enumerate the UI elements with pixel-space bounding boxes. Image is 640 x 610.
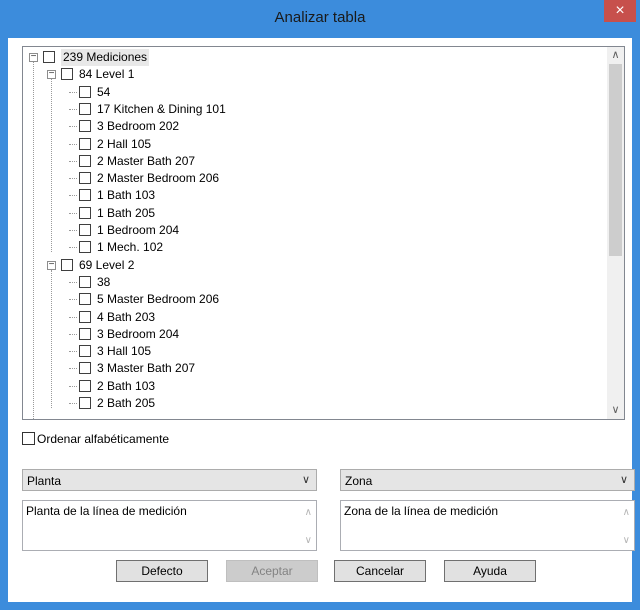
chevron-down-icon: ∨	[301, 474, 310, 486]
tree-connector	[69, 91, 77, 93]
tree-item-label: 69 Level 2	[79, 257, 135, 272]
zona-select-value: Zona	[345, 474, 373, 488]
collapse-icon[interactable]: −	[47, 259, 56, 270]
planta-description[interactable]: Planta de la línea de medición ∧ ∨	[22, 500, 317, 551]
item-checkbox[interactable]	[79, 224, 91, 236]
tree-scrollbar[interactable]: ∧ ∨	[607, 47, 624, 419]
tree-item-label: 84 Level 1	[79, 67, 135, 82]
scroll-up-icon: ∧	[622, 507, 630, 518]
tree-item-label: 1 Bedroom 204	[97, 223, 180, 237]
tree-connector	[69, 143, 77, 145]
tree-item-label: 2 Master Bath 207	[97, 153, 196, 168]
collapse-icon[interactable]: −	[29, 52, 38, 62]
collapse-icon[interactable]: −	[47, 69, 56, 80]
tree-item-label: 17 Kitchen & Dining 101	[97, 101, 226, 116]
tree-connector	[69, 230, 77, 231]
scroll-thumb[interactable]	[609, 64, 622, 256]
item-checkbox[interactable]	[79, 102, 91, 115]
chevron-down-icon: ∨	[619, 474, 628, 486]
tree-item-label: 239 Mediciones	[61, 49, 150, 66]
item-checkbox[interactable]	[79, 120, 91, 133]
item-checkbox[interactable]	[79, 275, 91, 288]
tree-guide	[51, 79, 52, 253]
item-checkbox[interactable]	[79, 362, 91, 375]
tree-item-label: 2 Hall 105	[97, 136, 152, 151]
tree-item-label: 3 Bedroom 204	[97, 326, 180, 341]
tree-connector	[69, 212, 77, 214]
scroll-up-icon: ∧	[304, 507, 312, 518]
item-checkbox[interactable]	[43, 51, 55, 63]
tree-guide	[33, 62, 34, 419]
scroll-down-icon: ∨	[304, 535, 312, 546]
tree-item-label: 38	[97, 274, 111, 289]
item-checkbox[interactable]	[79, 85, 91, 98]
tree-connector	[69, 299, 77, 301]
measurement-tree[interactable]: −239 Mediciones −84 Level 1 54 17 Kitchen &…	[22, 46, 625, 420]
help-button[interactable]: Ayuda	[444, 560, 536, 582]
sort-checkbox[interactable]	[22, 432, 35, 445]
tree-item-label: 2 Bath 205	[97, 396, 156, 410]
tree-item-label: 4 Bath 203	[97, 309, 156, 324]
item-checkbox[interactable]	[79, 310, 91, 323]
tree-guide	[51, 269, 52, 408]
dialog-title: Analizar tabla	[274, 9, 366, 26]
dialog-window: Analizar tabla × −239 Mediciones −84 Leve…	[0, 0, 640, 610]
dialog-body: −239 Mediciones −84 Level 1 54 17 Kitchen &…	[8, 38, 635, 602]
tree-connector	[69, 351, 77, 353]
tree-item-label: 1 Bath 103	[97, 188, 156, 203]
tree-connector	[69, 178, 77, 180]
tree-connector	[69, 385, 77, 387]
accept-button[interactable]: Aceptar	[226, 560, 318, 582]
cancel-button[interactable]: Cancelar	[334, 560, 426, 582]
item-checkbox[interactable]	[79, 379, 91, 392]
zona-description-text: Zona de la línea de medición	[344, 504, 499, 518]
tree-item-label: 3 Hall 105	[97, 344, 152, 359]
planta-select-value: Planta	[27, 474, 62, 488]
tree-connector	[69, 368, 77, 370]
item-checkbox[interactable]	[79, 172, 91, 185]
item-checkbox[interactable]	[79, 189, 91, 202]
tree-item-label: 3 Master Bath 207	[97, 361, 196, 376]
tree-connector	[69, 247, 77, 249]
tree-connector	[69, 403, 77, 404]
item-checkbox[interactable]	[79, 241, 91, 254]
tree-item-label: 2 Bath 103	[97, 378, 156, 393]
item-checkbox[interactable]	[79, 137, 91, 150]
tree-item-label: 54	[97, 84, 111, 99]
tree-connector	[69, 316, 77, 318]
item-checkbox[interactable]	[61, 258, 73, 271]
close-icon: ×	[615, 2, 625, 19]
tree-connector	[69, 333, 77, 335]
tree-item-label: 2 Master Bedroom 206	[97, 171, 220, 186]
tree-connector	[69, 108, 77, 110]
tree-connector	[69, 160, 77, 162]
scroll-up-icon[interactable]: ∧	[607, 47, 624, 64]
item-checkbox[interactable]	[79, 206, 91, 219]
tree-connector	[69, 195, 77, 197]
tree-connector	[69, 281, 77, 283]
planta-description-text: Planta de la línea de medición	[26, 504, 187, 518]
item-checkbox[interactable]	[79, 345, 91, 358]
planta-select[interactable]: Planta ∨	[22, 469, 317, 491]
sort-label: Ordenar alfabéticamente	[37, 432, 170, 446]
tree-item-label: 1 Bath 205	[97, 205, 156, 220]
item-checkbox[interactable]	[79, 327, 91, 340]
zona-description[interactable]: Zona de la línea de medición ∧ ∨	[340, 500, 635, 551]
scroll-down-icon[interactable]: ∨	[607, 402, 624, 419]
item-checkbox[interactable]	[79, 154, 91, 167]
title-bar[interactable]: Analizar tabla ×	[0, 0, 640, 38]
zona-select[interactable]: Zona ∨	[340, 469, 635, 491]
tree-item-label: 3 Bedroom 202	[97, 119, 180, 134]
default-button[interactable]: Defecto	[116, 560, 208, 582]
tree-connector	[69, 126, 77, 128]
close-button[interactable]: ×	[604, 0, 636, 22]
scroll-down-icon: ∨	[622, 535, 630, 546]
item-checkbox[interactable]	[79, 397, 91, 409]
item-checkbox[interactable]	[61, 68, 73, 81]
tree-item-label: 1 Mech. 102	[97, 240, 164, 255]
item-checkbox[interactable]	[79, 293, 91, 306]
tree-item-label: 5 Master Bedroom 206	[97, 292, 220, 307]
